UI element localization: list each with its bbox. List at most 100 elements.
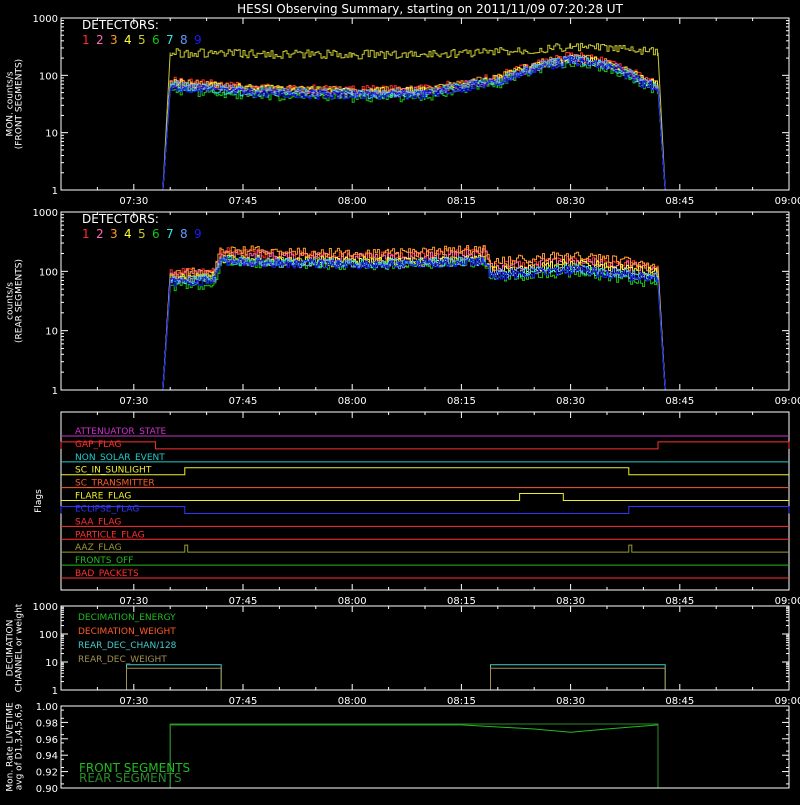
y-tick-label: 1000 (33, 14, 58, 25)
x-tick-label: 08:30 (556, 696, 585, 707)
x-tick-label: 09:00 (775, 696, 800, 707)
front-legend-entry-5: 5 (138, 33, 146, 47)
front-series-group (61, 42, 789, 191)
x-tick-label: 08:00 (338, 196, 367, 207)
flag-label-flare-flag: FLARE_FLAG (75, 492, 131, 502)
front-series-detector-1 (61, 52, 789, 191)
x-tick-label: 07:45 (229, 696, 258, 707)
x-tick-label: 07:45 (229, 396, 258, 407)
rear-series-detector-1 (61, 246, 789, 391)
front-legend-title: DETECTORS: (82, 18, 159, 32)
y-tick-label: 10 (45, 658, 58, 669)
x-tick-label: 07:45 (229, 596, 258, 607)
rear-y-axis-label: (REAR SEGMENTS) (15, 259, 25, 343)
flag-label-fronts-off: FRONTS_OFF (75, 556, 133, 566)
decimation-legend-decimation-energy: DECIMATION_ENERGY (78, 613, 176, 623)
front-legend-entry-4: 4 (124, 33, 132, 47)
x-tick-label: 09:00 (775, 396, 800, 407)
flag-line-aaz-flag (61, 544, 789, 553)
rear-legend-entry-3: 3 (110, 227, 118, 241)
y-tick-label: 0.92 (36, 768, 58, 779)
decimation-legend-decimation-weight: DECIMATION_WEIGHT (78, 627, 176, 637)
x-tick-label: 08:00 (338, 696, 367, 707)
front-series-detector-2 (61, 54, 789, 191)
front-y-axis-label: (FRONT SEGMENTS) (15, 59, 25, 149)
x-tick-label: 08:45 (665, 696, 694, 707)
rear-series-group (61, 245, 789, 391)
y-tick-label: 100 (39, 630, 58, 641)
figure-canvas: HESSI Observing Summary, starting on 201… (6, 2, 800, 795)
decimation-legend-rear-dec-weight: REAR_DEC_WEIGHT (78, 655, 167, 665)
front-series-detector-4 (61, 54, 789, 191)
x-tick-label: 08:00 (338, 596, 367, 607)
rear-legend-entry-5: 5 (138, 227, 146, 241)
y-tick-label: 0.96 (36, 735, 58, 746)
front-series-detector-5 (61, 42, 789, 191)
rear-legend-entry-4: 4 (124, 227, 132, 241)
rear-legend-entry-2: 2 (96, 227, 104, 241)
front-legend-entry-9: 9 (194, 33, 202, 47)
front-legend-entry-6: 6 (152, 33, 160, 47)
decimation-legend-rear-dec-chan-128: REAR_DEC_CHAN/128 (78, 641, 177, 651)
x-tick-label: 07:30 (119, 696, 148, 707)
flag-label-particle-flag: PARTICLE_FLAG (75, 530, 145, 540)
y-tick-label: 1 (52, 186, 58, 197)
x-tick-label: 07:30 (119, 396, 148, 407)
front-series-detector-9 (61, 56, 789, 191)
flag-label-gap-flag: GAP_FLAG (75, 440, 121, 450)
flag-line-sc-in-sunlight (61, 467, 789, 476)
front-series-detector-3 (61, 54, 789, 191)
x-tick-label: 08:30 (556, 396, 585, 407)
flag-label-aaz-flag: AAZ_FLAG (75, 543, 122, 553)
x-tick-label: 08:45 (665, 596, 694, 607)
y-tick-label: 0.98 (36, 718, 58, 729)
x-tick-label: 07:30 (119, 196, 148, 207)
flags-y-axis-label: Flags (34, 489, 44, 513)
flag-label-sc-in-sunlight: SC_IN_SUNLIGHT (75, 466, 152, 476)
rear-legend-entry-1: 1 (82, 227, 90, 241)
y-tick-label: 1000 (33, 602, 58, 613)
y-tick-label: 1 (52, 686, 58, 697)
y-tick-label: 1000 (33, 208, 58, 219)
front-series-detector-8 (61, 55, 789, 191)
rear-legend-entry-9: 9 (194, 227, 202, 241)
y-tick-label: 10 (45, 129, 58, 140)
livetime-y-axis-label: avg of D1,3,4,5,6,9 (15, 703, 25, 790)
livetime-legend-rear-segments: REAR SEGMENTS (79, 771, 182, 785)
y-tick-label: 10 (45, 327, 58, 338)
front-legend-entry-8: 8 (180, 33, 188, 47)
x-tick-label: 08:30 (556, 596, 585, 607)
front-legend-entry-7: 7 (166, 33, 174, 47)
figure-title: HESSI Observing Summary, starting on 201… (237, 2, 623, 16)
hessi-summary-figure: HESSI Observing Summary, starting on 201… (0, 0, 800, 800)
x-tick-label: 08:00 (338, 396, 367, 407)
flag-label-non-solar-event: NON_SOLAR_EVENT (75, 453, 165, 463)
flag-label-eclipse-flag: ECLIPSE_FLAG (75, 504, 139, 514)
rear-series-detector-3 (61, 245, 789, 391)
y-tick-label: 1.00 (36, 702, 58, 713)
y-tick-label: 0.90 (36, 784, 58, 795)
flag-line-eclipse-flag (60, 505, 790, 514)
front-legend-entry-1: 1 (82, 33, 90, 47)
front-series-detector-7 (61, 55, 789, 191)
flag-label-sc-transmitter: SC_TRANSMITTER (75, 479, 155, 489)
rear-legend-entry-7: 7 (166, 227, 174, 241)
x-tick-label: 08:30 (556, 196, 585, 207)
x-tick-label: 07:45 (229, 196, 258, 207)
x-tick-label: 09:00 (775, 196, 800, 207)
rear-legend-title: DETECTORS: (82, 212, 159, 226)
front-legend-entry-3: 3 (110, 33, 118, 47)
x-tick-label: 08:15 (447, 196, 476, 207)
flag-line-flare-flag (61, 493, 789, 502)
front-series-detector-6 (61, 59, 789, 191)
x-tick-label: 08:15 (447, 696, 476, 707)
x-tick-label: 09:00 (775, 596, 800, 607)
rear-legend-entry-6: 6 (152, 227, 160, 241)
x-tick-label: 08:15 (447, 596, 476, 607)
front-legend-entry-2: 2 (96, 33, 104, 47)
y-tick-label: 100 (39, 267, 58, 278)
rear-series-detector-5 (61, 255, 789, 391)
flag-label-saa-flag: SAA_FLAG (75, 517, 121, 527)
flag-label-attenuator-state: ATTENUATOR_STATE (75, 427, 167, 437)
x-tick-label: 08:45 (665, 396, 694, 407)
